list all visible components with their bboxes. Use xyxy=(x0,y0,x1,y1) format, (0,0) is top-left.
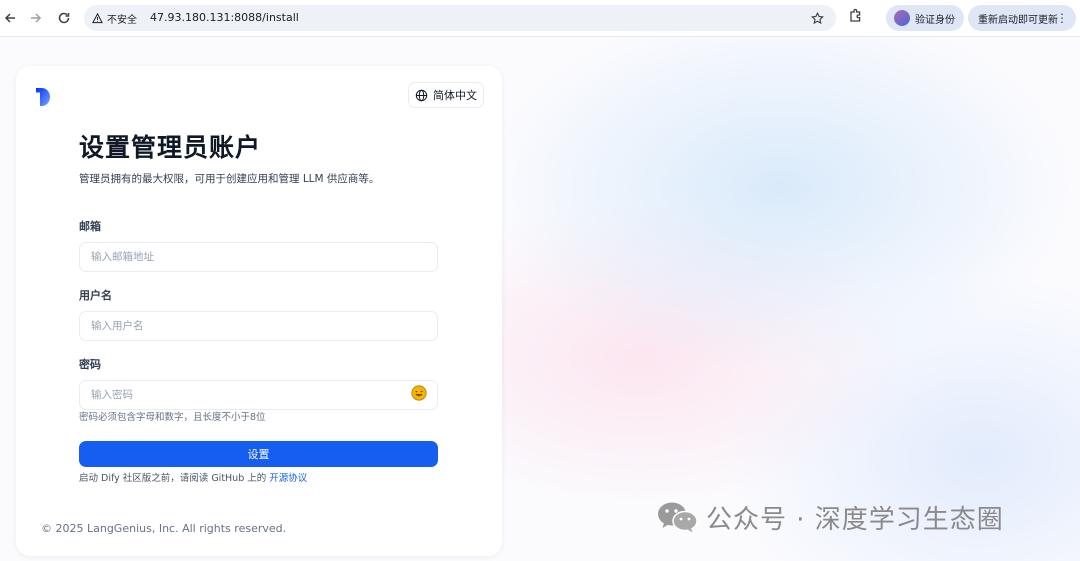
bookmark-button[interactable] xyxy=(808,9,826,27)
setup-button[interactable]: 设置 xyxy=(79,441,438,467)
agreement-prefix: 启动 Dify 社区版之前，请阅读 GitHub 上的 xyxy=(79,473,267,484)
url-text: 47.93.180.131:8088/install xyxy=(150,11,299,24)
email-field[interactable] xyxy=(79,242,438,272)
verify-label: 验证身份 xyxy=(915,14,955,26)
reload-button[interactable] xyxy=(54,8,74,28)
username-label: 用户名 xyxy=(79,289,112,302)
address-bar[interactable]: 不安全 47.93.180.131:8088/install xyxy=(84,5,836,31)
username-field[interactable] xyxy=(79,311,438,341)
star-icon xyxy=(810,11,824,24)
show-password-icon[interactable] xyxy=(411,385,427,401)
license-link[interactable]: 开源协议 xyxy=(269,473,307,484)
back-button[interactable] xyxy=(0,8,20,28)
warning-icon xyxy=(92,12,103,23)
restart-update-button[interactable]: 重新启动即可更新 ⋮ xyxy=(968,5,1076,31)
security-label: 不安全 xyxy=(107,14,137,26)
arrow-left-icon xyxy=(4,13,15,23)
agreement-text: 启动 Dify 社区版之前，请阅读 GitHub 上的 开源协议 xyxy=(79,473,307,485)
restart-label: 重新启动即可更新 xyxy=(978,14,1058,26)
puzzle-icon xyxy=(850,8,861,22)
verify-identity-button[interactable]: 验证身份 xyxy=(886,5,964,31)
email-label: 邮箱 xyxy=(79,220,101,233)
dify-logo-icon xyxy=(36,88,50,106)
install-card: 简体中文 设置管理员账户 管理员拥有的最大权限，可用于创建应用和管理 LLM 供… xyxy=(16,66,502,556)
password-hint: 密码必须包含字母和数字，且长度不小于8位 xyxy=(79,412,266,423)
wechat-watermark: 公众号 · 深度学习生态圈 xyxy=(656,499,1004,535)
arrow-right-icon xyxy=(31,13,42,23)
language-label: 简体中文 xyxy=(433,89,477,102)
forward-button[interactable] xyxy=(26,8,46,28)
globe-icon xyxy=(415,89,428,101)
password-field[interactable] xyxy=(79,380,438,410)
language-switcher[interactable]: 简体中文 xyxy=(408,82,484,108)
extensions-button[interactable] xyxy=(848,8,866,26)
password-label: 密码 xyxy=(79,358,101,371)
copyright: © 2025 LangGenius, Inc. All rights reser… xyxy=(41,522,287,535)
reload-icon xyxy=(58,12,70,24)
wechat-icon xyxy=(658,502,698,533)
watermark-text: 公众号 · 深度学习生态圈 xyxy=(706,504,1004,535)
security-indicator[interactable]: 不安全 xyxy=(92,10,137,26)
browser-toolbar: 不安全 47.93.180.131:8088/install 验证身份 重新启动… xyxy=(0,0,1080,37)
avatar xyxy=(894,10,910,26)
more-options-icon[interactable]: ⋮ xyxy=(1056,11,1068,25)
page-subtitle: 管理员拥有的最大权限，可用于创建应用和管理 LLM 供应商等。 xyxy=(79,173,380,185)
page-title: 设置管理员账户 xyxy=(79,133,262,162)
